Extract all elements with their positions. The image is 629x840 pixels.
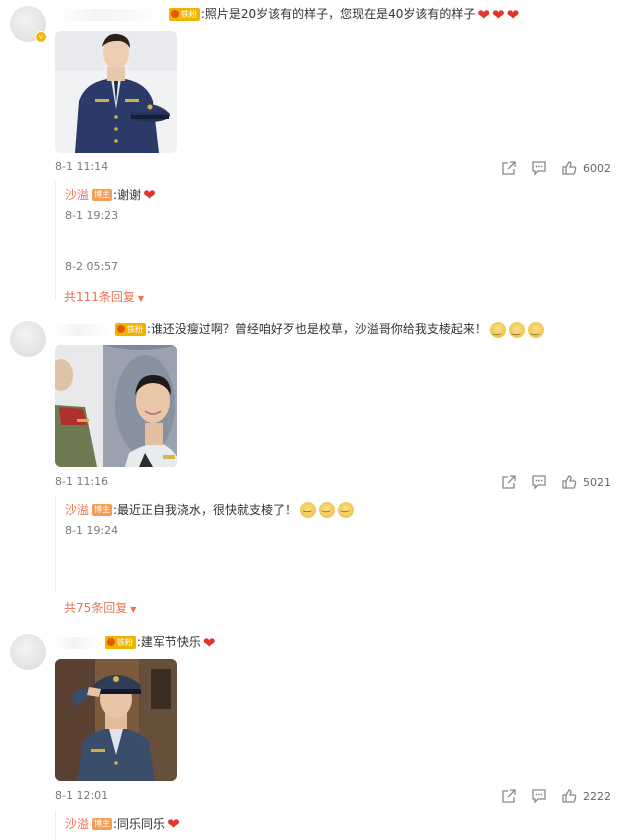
heart-icon: ❤ (477, 5, 490, 24)
share-icon[interactable] (501, 788, 517, 804)
more-replies-link[interactable]: 共75条回复 ▼ (64, 599, 136, 616)
heart-icon: ❤ (492, 5, 505, 24)
like-icon (562, 161, 577, 175)
host-badge: 博主 (92, 817, 113, 830)
comment-item: 铁粉:谁还没瘦过啊？曾经咱好歹也是校草，沙溢哥你给我支棱起来！ 8-1 11:1… (0, 318, 629, 618)
reply-time: 8-2 05:57 (65, 260, 119, 273)
reply-text: :同乐同乐 (113, 817, 166, 831)
comment-line: 铁粉:建军节快乐 ❤ (55, 633, 216, 652)
host-badge: 博主 (92, 188, 113, 201)
reply-item: 沙溢 博主:同乐同乐 ❤ (65, 813, 180, 833)
heart-icon: ❤ (506, 5, 520, 24)
like-count: 2222 (583, 789, 611, 803)
comment-item: v 铁粉:照片是20岁该有的样子，您现在是40岁该有的样子 ❤ ❤ ❤ 8-1 11:… (0, 0, 629, 310)
reply-username[interactable]: 沙溢 (65, 503, 89, 517)
reply-username[interactable]: 沙溢 (65, 188, 89, 202)
comment-icon[interactable] (531, 474, 547, 490)
comment-item: 铁粉:建军节快乐 ❤ 8-1 12:01 2222 沙溢 博主:同乐同乐 ❤ (0, 630, 629, 840)
verified-badge-icon: v (35, 31, 47, 43)
fan-badge: 铁粉 (114, 323, 146, 336)
share-icon[interactable] (501, 160, 517, 176)
reply-username[interactable]: 沙溢 (65, 817, 89, 831)
comment-photo[interactable] (55, 659, 177, 781)
like-count: 6002 (583, 161, 611, 175)
comment-icon[interactable] (531, 160, 547, 176)
reply-list: 沙溢博主:最近正自我浇水，很快就支棱了！ 8-1 19:24 (55, 496, 394, 592)
heart-icon: ❤ (143, 185, 156, 204)
smile-face-icon (300, 501, 317, 518)
share-icon[interactable] (501, 474, 517, 490)
reply-time: 8-1 19:24 (65, 524, 119, 537)
heart-icon: ❤ (202, 633, 216, 652)
smile-face-icon (338, 501, 355, 518)
smile-face-icon (319, 501, 336, 518)
like-count: 5021 (583, 475, 611, 489)
heart-icon: ❤ (167, 814, 180, 833)
comment-photo[interactable] (55, 31, 177, 153)
comment-line: 铁粉:谁还没瘦过啊？曾经咱好歹也是校草，沙溢哥你给我支棱起来！ (55, 320, 544, 340)
comment-photo[interactable] (55, 345, 177, 467)
username-masked[interactable] (55, 8, 165, 21)
comment-time: 8-1 11:14 (55, 160, 109, 173)
comment-actions: 5021 (501, 473, 611, 491)
comment-text: :建军节快乐 (136, 635, 201, 649)
host-badge: 博主 (92, 503, 113, 516)
reply-list: 沙溢 博主:谢谢 ❤ 8-1 19:23 8-2 05:57 (55, 182, 364, 300)
like-button[interactable]: 6002 (561, 160, 611, 176)
smile-face-icon (489, 321, 506, 340)
avatar[interactable] (10, 321, 46, 357)
username-masked[interactable] (55, 636, 101, 649)
comment-line: 铁粉:照片是20岁该有的样子，您现在是40岁该有的样子 ❤ ❤ ❤ (55, 5, 520, 24)
smile-face-icon (508, 321, 525, 340)
reply-item: 沙溢 博主:最近正自我浇水，很快就支棱了！ (65, 499, 355, 518)
fan-badge: 铁粉 (168, 8, 200, 21)
reply-list: 沙溢 博主:同乐同乐 ❤ (55, 810, 264, 840)
comment-text: :照片是20岁该有的样子，您现在是40岁该有的样子 (200, 7, 476, 21)
reply-text: :最近正自我浇水，很快就支棱了！ (113, 503, 298, 517)
comment-actions: 6002 (501, 159, 611, 177)
comment-text: :谁还没瘦过啊？曾经咱好歹也是校草，沙溢哥你给我支棱起来！ (146, 322, 487, 336)
comment-actions: 2222 (501, 787, 611, 805)
comment-time: 8-1 11:16 (55, 475, 109, 488)
like-icon (562, 789, 577, 803)
avatar[interactable] (10, 634, 46, 670)
like-button[interactable]: 2222 (561, 788, 611, 804)
more-replies-link[interactable]: 共111条回复 ▼ (64, 288, 144, 305)
comment-icon[interactable] (531, 788, 547, 804)
reply-item: 沙溢 博主:谢谢 ❤ (65, 184, 156, 204)
comment-time: 8-1 12:01 (55, 789, 109, 802)
like-button[interactable]: 5021 (561, 474, 611, 490)
username-masked[interactable] (55, 323, 111, 336)
reply-text: :谢谢 (113, 188, 142, 202)
like-icon (562, 475, 577, 489)
reply-time: 8-1 19:23 (65, 209, 119, 222)
smile-face-icon (527, 321, 544, 340)
fan-badge: 铁粉 (104, 636, 136, 649)
